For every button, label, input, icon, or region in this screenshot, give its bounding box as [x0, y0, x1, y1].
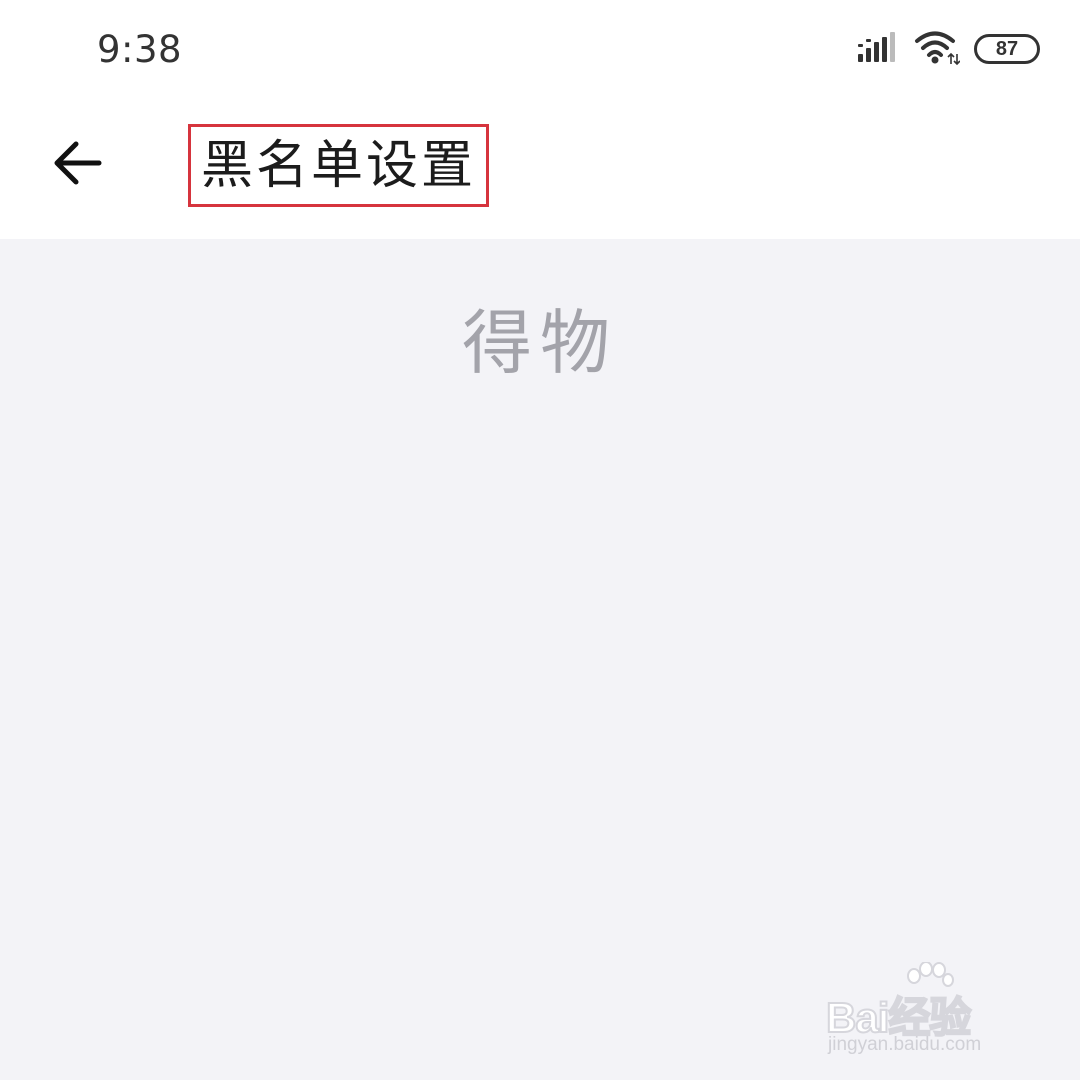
title-highlight-box: 黑名单设置 [188, 124, 489, 207]
wifi-icon [914, 30, 961, 70]
app-logo-watermark: 得物 [0, 287, 1080, 388]
blacklist-content: 得物 [0, 239, 1080, 1080]
status-time: 9:38 [97, 28, 183, 71]
toolbar: 黑名单设置 [0, 100, 1080, 239]
battery-icon: 87 [974, 34, 1040, 64]
baidu-watermark: Bai经验 jingyan.baidu.com [825, 962, 1026, 1062]
battery-level: 87 [995, 37, 1019, 60]
status-bar: 9:38 87 [0, 0, 1080, 100]
arrow-left-icon [54, 141, 102, 185]
signal-icon [858, 32, 900, 68]
page-title: 黑名单设置 [200, 135, 476, 196]
baidu-site-text: jingyan.baidu.com [828, 1034, 982, 1055]
back-button[interactable] [44, 130, 112, 196]
app-logo-text: 得物 [462, 302, 618, 384]
screen: 9:38 87 黑名单设置 得物 Bai经验 jingyan.baidu.com [0, 0, 1080, 1080]
